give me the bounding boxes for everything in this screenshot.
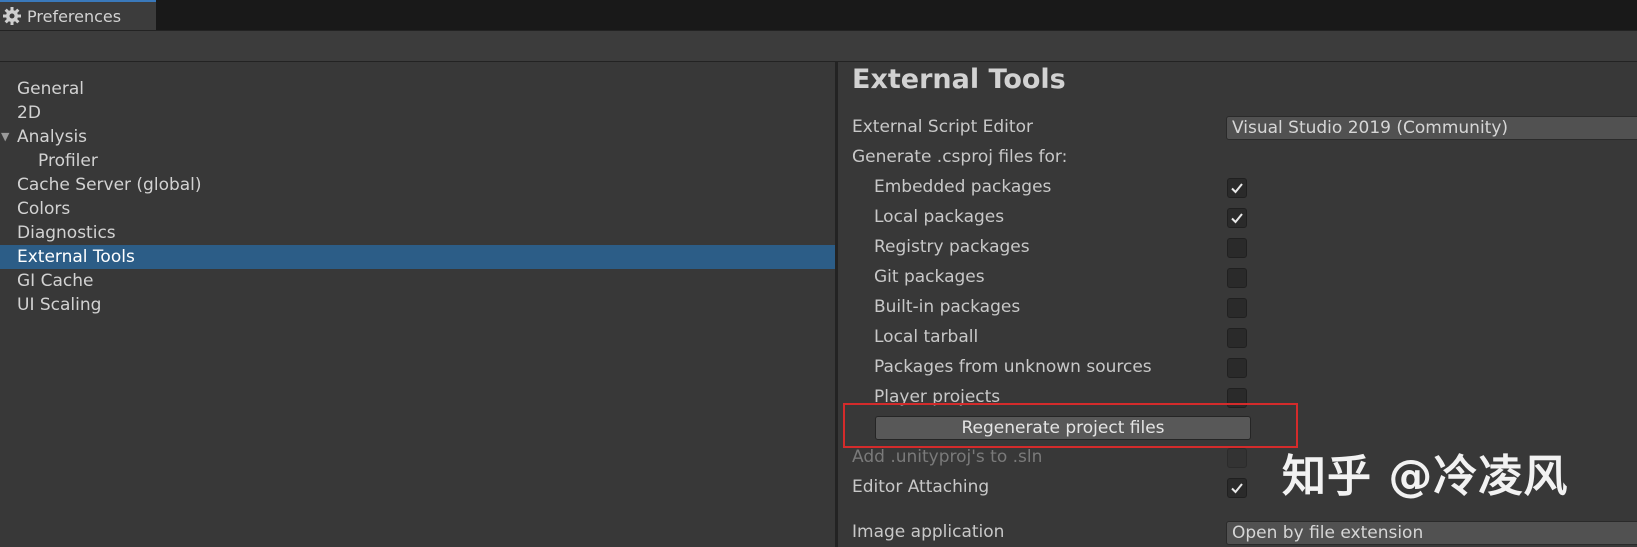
sidebar-item-cache-server[interactable]: Cache Server (global) (0, 173, 835, 197)
embedded-packages-checkbox[interactable] (1227, 178, 1247, 198)
local-tarball-checkbox[interactable] (1227, 328, 1247, 348)
highlight-box (843, 403, 1298, 448)
package-label: Local packages (874, 207, 1005, 227)
sidebar-item-profiler[interactable]: Profiler (0, 149, 835, 173)
package-label: Registry packages (874, 237, 1030, 257)
sidebar-item-colors[interactable]: Colors (0, 197, 835, 221)
editor-attaching-label: Editor Attaching (852, 477, 990, 497)
script-editor-label: External Script Editor (852, 117, 1033, 137)
package-label: Packages from unknown sources (874, 357, 1152, 377)
watermark-text: 知乎 @冷凌风 (1282, 451, 1569, 502)
image-application-dropdown[interactable]: Open by file extension (1226, 521, 1637, 545)
gear-icon (2, 6, 22, 26)
image-application-label: Image application (852, 522, 1005, 542)
expand-triangle-icon[interactable]: ▼ (1, 125, 9, 149)
generate-csproj-label: Generate .csproj files for: (852, 147, 1068, 167)
window-tab-bar: Preferences (0, 0, 1637, 31)
unknown-sources-checkbox[interactable] (1227, 358, 1247, 378)
editor-attaching-checkbox[interactable] (1227, 478, 1247, 498)
preferences-toolbar (0, 31, 1637, 62)
sidebar-item-label: Analysis (17, 127, 88, 147)
sidebar-item-analysis[interactable]: ▼ Analysis (0, 125, 835, 149)
page-title: External Tools (852, 64, 1066, 95)
package-label: Local tarball (874, 327, 979, 347)
sidebar-item-ui-scaling[interactable]: UI Scaling (0, 293, 835, 317)
local-packages-checkbox[interactable] (1227, 208, 1247, 228)
script-editor-dropdown[interactable]: Visual Studio 2019 (Community) (1226, 116, 1637, 140)
registry-packages-checkbox[interactable] (1227, 238, 1247, 258)
package-label: Embedded packages (874, 177, 1052, 197)
builtin-packages-checkbox[interactable] (1227, 298, 1247, 318)
sidebar-item-general[interactable]: General (0, 77, 835, 101)
add-unityproj-checkbox[interactable] (1227, 448, 1247, 468)
package-label: Git packages (874, 267, 985, 287)
git-packages-checkbox[interactable] (1227, 268, 1247, 288)
preferences-sidebar: General 2D ▼ Analysis Profiler Cache Ser… (0, 62, 838, 547)
sidebar-item-external-tools[interactable]: External Tools (0, 245, 835, 269)
preferences-tab-label: Preferences (27, 6, 122, 26)
add-unityproj-label: Add .unityproj's to .sln (852, 447, 1043, 467)
sidebar-item-gi-cache[interactable]: GI Cache (0, 269, 835, 293)
preferences-tab[interactable]: Preferences (0, 0, 156, 30)
package-label: Built-in packages (874, 297, 1021, 317)
sidebar-item-diagnostics[interactable]: Diagnostics (0, 221, 835, 245)
sidebar-item-2d[interactable]: 2D (0, 101, 835, 125)
